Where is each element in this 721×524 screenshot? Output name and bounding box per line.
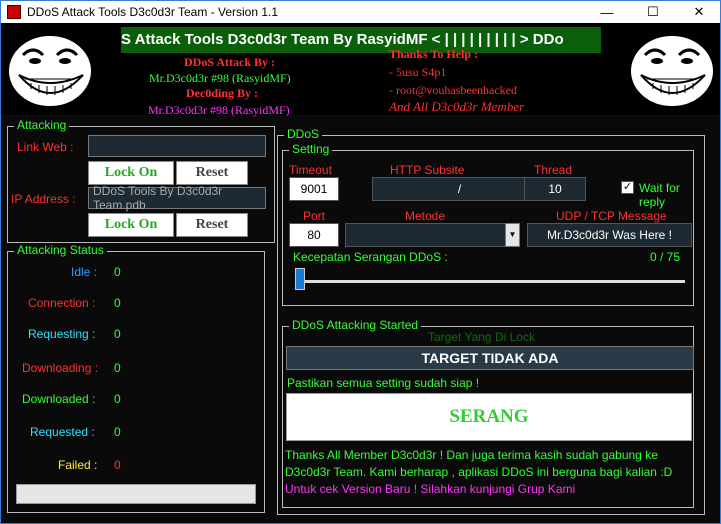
idle-label: Idle : (71, 265, 98, 279)
attacking-group-title: Attacking (14, 118, 70, 132)
reset-button[interactable]: Reset (176, 161, 248, 185)
thanks-message-text: Thanks All Member D3c0d3r ! Dan juga ter… (285, 448, 673, 479)
speed-slider-track (295, 280, 685, 283)
app-icon (7, 5, 21, 19)
reset-button[interactable]: Reset (176, 213, 248, 237)
trollface-icon (7, 34, 93, 108)
link-web-input[interactable] (88, 135, 266, 157)
thanks-item: - root@vouhasbeenhacked (389, 83, 518, 97)
setting-group: Setting Timeout 9001 HTTP Subsite / Thre… (282, 142, 694, 306)
lock-on-button[interactable]: Lock On (88, 161, 174, 185)
requested-label: Requested : (30, 425, 95, 439)
ip-address-input[interactable]: DDoS Tools By D3c0d3r Team.pdb (88, 184, 266, 212)
serang-attack-button[interactable]: SERANG (286, 393, 692, 441)
ddos-group-title: DDoS (284, 127, 323, 141)
lock-on-button[interactable]: Lock On (88, 213, 174, 237)
downloading-label: Downloading : (22, 361, 99, 375)
failed-label: Failed : (58, 458, 98, 472)
timeout-label: Timeout (289, 163, 332, 177)
udp-tcp-message-input[interactable]: Mr.D3c0d3r Was Here ! (527, 223, 692, 247)
requesting-value: 0 (114, 327, 121, 341)
attack-by-label: DDoS Attack By : (184, 55, 276, 69)
ddos-group: DDoS Setting Timeout 9001 HTTP Subsite /… (277, 127, 705, 515)
thanks-item: - 5usu S4p1 (389, 65, 447, 79)
metode-select[interactable] (345, 223, 520, 247)
speed-value: 0 / 75 (650, 250, 681, 264)
decoding-label: Dec0ding By : (186, 86, 258, 100)
http-subsite-label: HTTP Subsite (390, 163, 465, 177)
close-button[interactable]: ✕ (676, 1, 720, 23)
decoding-value: Mr.D3c0d3r #98 (RasyidMF) (148, 103, 290, 117)
attacking-status-group: Attacking Status Idle : 0 Connection : 0… (7, 243, 265, 513)
wait-for-reply-checkbox[interactable]: ✓ (621, 181, 634, 194)
banner: S Attack Tools D3c0d3r Team By RasyidMF … (1, 23, 720, 117)
window-title: DDoS Attack Tools D3c0d3r Team - Version… (27, 5, 279, 19)
version-message-text: Untuk cek Version Baru ! Silahkan kunjun… (285, 482, 576, 496)
port-label: Port (303, 209, 326, 223)
connection-value: 0 (114, 296, 121, 310)
idle-value: 0 (114, 265, 121, 279)
port-input[interactable]: 80 (289, 223, 339, 247)
ddos-started-group: DDoS Attacking Started Target Yang Di Lo… (282, 318, 697, 508)
maximize-button[interactable]: ☐ (630, 1, 676, 23)
http-subsite-input[interactable]: / (372, 177, 547, 201)
thanks-message: Thanks All Member D3c0d3r ! Dan juga ter… (285, 447, 697, 498)
chevron-down-icon[interactable]: ▼ (505, 223, 520, 247)
attacking-status-title: Attacking Status (14, 243, 107, 257)
downloading-value: 0 (114, 361, 121, 375)
attacking-group: Attacking Link Web : Lock On Reset IP Ad… (7, 118, 275, 243)
requesting-label: Requesting : (28, 327, 96, 341)
thread-label: Thread (534, 163, 573, 177)
attack-by-value: Mr.D3c0d3r #98 (RasyidMF) (149, 71, 291, 85)
target-lock-label: Target Yang Di Lock (428, 330, 535, 344)
target-display: TARGET TIDAK ADA (286, 346, 694, 370)
speed-slider-handle[interactable] (295, 268, 305, 290)
downloaded-label: Downloaded : (22, 392, 96, 406)
ddos-started-title: DDoS Attacking Started (289, 318, 422, 332)
requested-value: 0 (114, 425, 121, 439)
trollface-icon (629, 34, 715, 108)
marquee-text: S Attack Tools D3c0d3r Team By RasyidMF … (121, 27, 601, 53)
connection-label: Connection : (28, 296, 96, 310)
metode-label: Metode (405, 209, 446, 223)
downloaded-value: 0 (114, 392, 121, 406)
ready-text: Pastikan semua setting sudah siap ! (287, 376, 480, 390)
thanks-label: Thanks To Help : (389, 47, 479, 61)
speed-label: Kecepatan Serangan DDoS : (293, 250, 448, 264)
link-web-label: Link Web : (17, 140, 74, 154)
thanks-item: And All D3c0d3r Member (389, 99, 525, 114)
ip-address-label: IP Address : (11, 192, 76, 206)
status-progress-bar (16, 484, 256, 504)
thread-input[interactable]: 10 (524, 177, 586, 201)
udp-tcp-label: UDP / TCP Message (556, 209, 667, 223)
minimize-button[interactable]: — (584, 1, 630, 23)
timeout-input[interactable]: 9001 (289, 177, 339, 201)
failed-value: 0 (114, 458, 121, 472)
main-window: DDoS Attack Tools D3c0d3r Team - Version… (0, 0, 721, 524)
wait-for-reply-label: Wait for reply (639, 181, 680, 209)
setting-group-title: Setting (289, 142, 333, 156)
title-bar: DDoS Attack Tools D3c0d3r Team - Version… (1, 1, 720, 23)
